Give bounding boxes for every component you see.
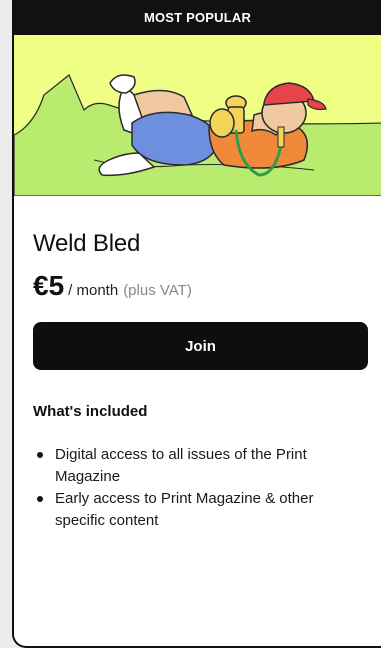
tax-note: (plus VAT): [123, 282, 192, 299]
billing-period: / month: [68, 282, 119, 299]
feature-text: Digital access to all issues of the Prin…: [55, 446, 307, 485]
feature-text: Early access to Print Magazine & other s…: [55, 490, 314, 529]
most-popular-badge: MOST POPULAR: [14, 0, 381, 35]
plan-name: Weld Bled: [33, 230, 141, 257]
pricing-card: MOST POPULAR Weld Bled €5 / month (plus …: [12, 0, 381, 648]
bullet-icon: [37, 452, 43, 458]
plan-details: Weld Bled €5 / month (plus VAT) Join Wha…: [14, 230, 381, 532]
list-item: Early access to Print Magazine & other s…: [37, 488, 363, 532]
badge-label: MOST POPULAR: [143, 10, 252, 25]
included-heading: What's included: [33, 403, 148, 420]
join-button[interactable]: Join: [33, 322, 368, 370]
list-item: Digital access to all issues of the Prin…: [37, 444, 363, 488]
feature-list: Digital access to all issues of the Prin…: [33, 444, 363, 532]
bullet-icon: [37, 496, 43, 502]
hero-illustration: [14, 35, 381, 196]
plan-price: €5: [33, 270, 65, 301]
man-smoking-hookah-illustration: [14, 35, 381, 196]
price-row: €5 / month (plus VAT): [33, 270, 381, 302]
